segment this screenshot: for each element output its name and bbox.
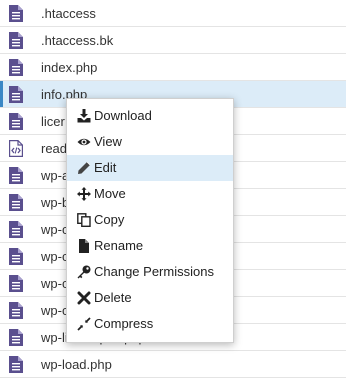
document-icon <box>9 194 23 211</box>
file-name: wp-c <box>41 222 69 237</box>
document-icon <box>9 221 23 238</box>
menu-item-edit[interactable]: Edit <box>67 155 233 181</box>
file-name: wp-c <box>41 303 69 318</box>
menu-item-rename[interactable]: Rename <box>67 233 233 259</box>
file-icon <box>77 239 91 253</box>
document-icon <box>9 356 23 373</box>
menu-item-move[interactable]: Move <box>67 181 233 207</box>
compress-icon <box>77 317 91 331</box>
document-icon <box>9 5 23 22</box>
menu-item-label: Edit <box>94 160 117 175</box>
document-icon <box>9 113 23 130</box>
document-icon <box>9 248 23 265</box>
eye-icon <box>77 135 91 149</box>
file-row[interactable]: wp-load.php <box>0 351 346 378</box>
menu-item-label: Change Permissions <box>94 264 214 279</box>
download-icon <box>77 109 91 123</box>
file-row[interactable]: index.php <box>0 54 346 81</box>
context-menu: Download View Edit Move Copy Rename Chan… <box>66 98 234 343</box>
menu-item-label: Compress <box>94 316 154 331</box>
document-icon <box>9 275 23 292</box>
document-icon <box>9 86 23 103</box>
file-name: wp-a <box>41 168 70 183</box>
x-icon <box>77 291 91 305</box>
menu-item-label: Rename <box>94 238 144 253</box>
menu-item-change-permissions[interactable]: Change Permissions <box>67 259 233 285</box>
menu-item-download[interactable]: Download <box>67 103 233 129</box>
code-file-icon <box>9 140 23 157</box>
menu-item-copy[interactable]: Copy <box>67 207 233 233</box>
file-name: licer <box>41 114 65 129</box>
document-icon <box>9 32 23 49</box>
menu-item-view[interactable]: View <box>67 129 233 155</box>
menu-item-label: Download <box>94 108 152 123</box>
file-name: .htaccess.bk <box>41 33 114 48</box>
copy-icon <box>77 213 91 227</box>
file-name: index.php <box>41 60 98 75</box>
pencil-icon <box>77 161 91 175</box>
document-icon <box>9 302 23 319</box>
menu-item-delete[interactable]: Delete <box>67 285 233 311</box>
file-name: .htaccess <box>41 6 96 21</box>
file-name: wp-c <box>41 276 69 291</box>
selection-marker <box>0 81 3 107</box>
document-icon <box>9 59 23 76</box>
file-name: wp-load.php <box>41 357 112 372</box>
menu-item-label: View <box>94 134 122 149</box>
file-name: wp-b <box>41 195 70 210</box>
menu-item-label: Copy <box>94 212 125 227</box>
move-arrows-icon <box>77 187 91 201</box>
file-name: read <box>41 141 68 156</box>
document-icon <box>9 329 23 346</box>
file-row[interactable]: .htaccess.bk <box>0 27 346 54</box>
menu-item-label: Move <box>94 186 126 201</box>
file-row[interactable]: .htaccess <box>0 0 346 27</box>
document-icon <box>9 167 23 184</box>
key-icon <box>77 265 91 279</box>
file-name: wp-c <box>41 249 69 264</box>
menu-item-label: Delete <box>94 290 132 305</box>
menu-item-compress[interactable]: Compress <box>67 311 233 337</box>
